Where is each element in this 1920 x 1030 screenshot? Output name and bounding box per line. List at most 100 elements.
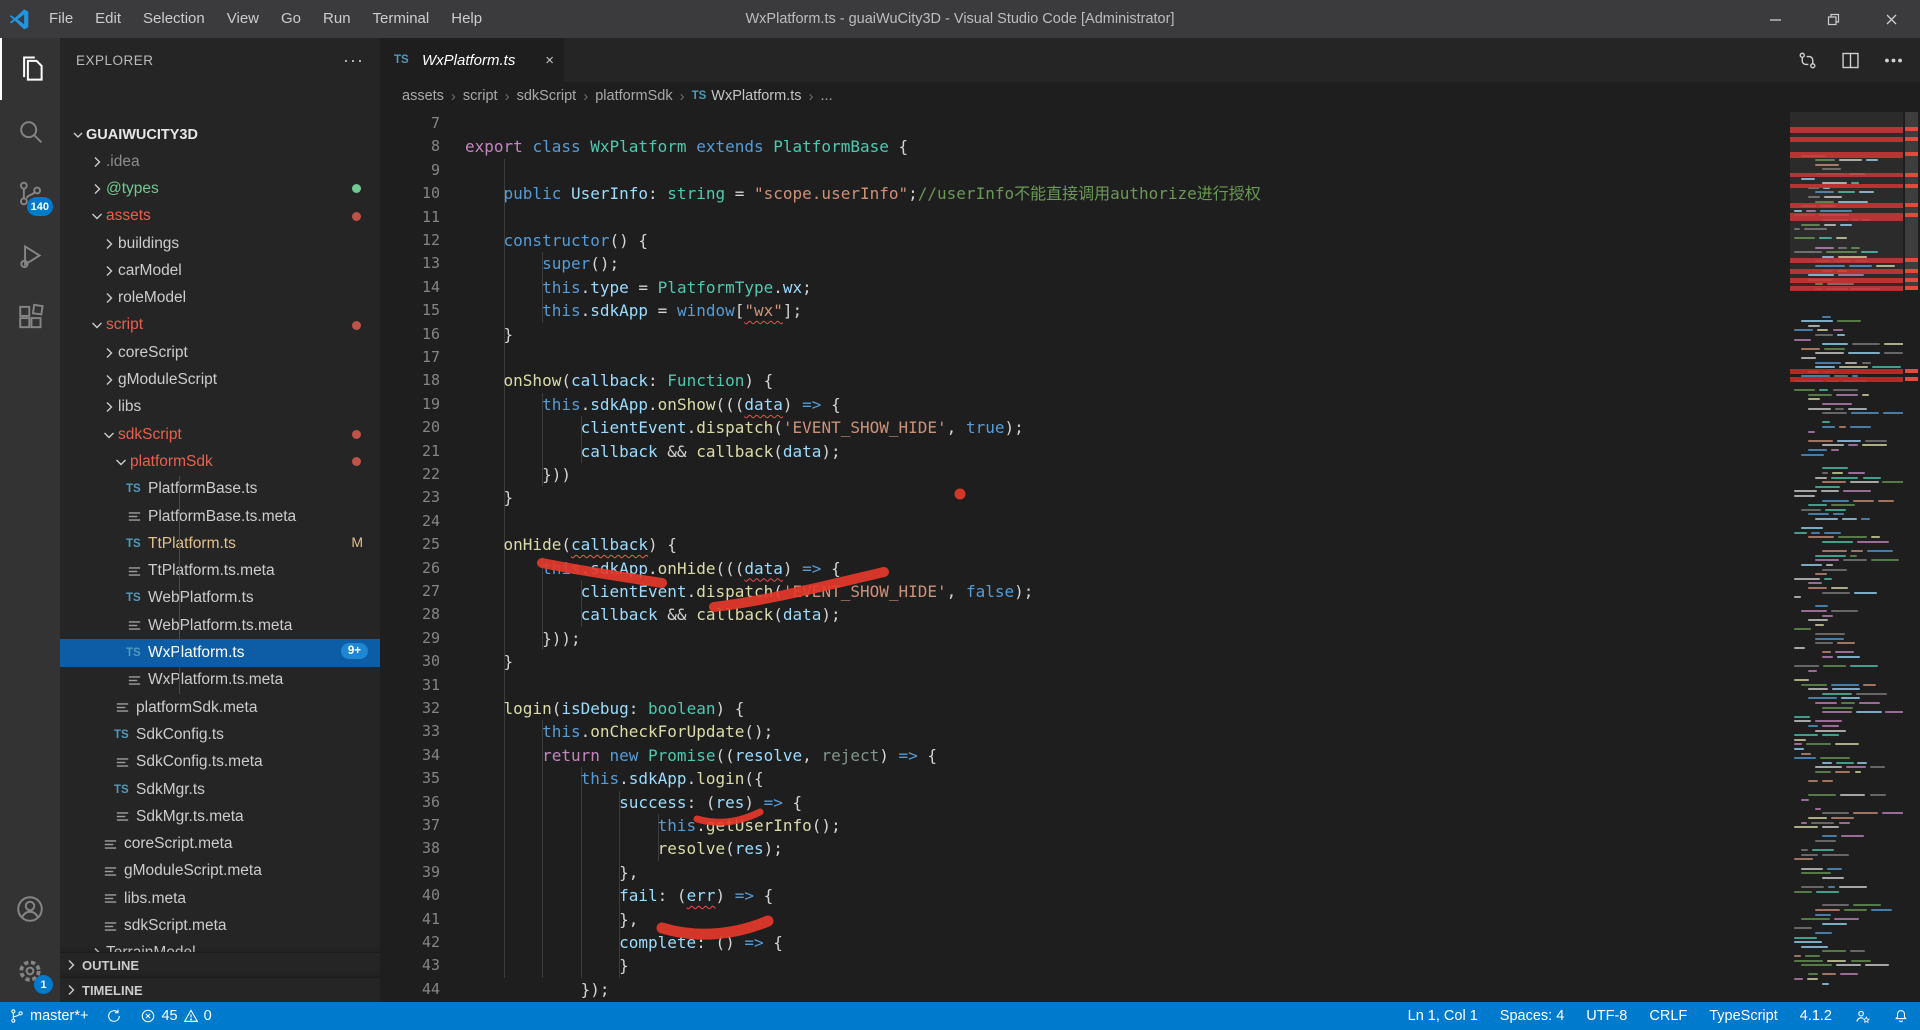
code-line-11[interactable]: 11: [380, 206, 1790, 229]
tree-item-.idea[interactable]: .idea: [60, 148, 380, 175]
tree-item-SdkConfig.ts.meta[interactable]: SdkConfig.ts.meta: [60, 749, 380, 776]
code-line-26[interactable]: 26 this.sdkApp.onHide(((data) => {: [380, 557, 1790, 580]
tree-item-gModuleScript[interactable]: gModuleScript: [60, 366, 380, 393]
status-item-spaces-4[interactable]: Spaces: 4: [1489, 1002, 1576, 1030]
breadcrumb-item[interactable]: assets: [402, 88, 444, 104]
code-line-20[interactable]: 20 clientEvent.dispatch('EVENT_SHOW_HIDE…: [380, 416, 1790, 439]
tree-item-libs.meta[interactable]: libs.meta: [60, 885, 380, 912]
menu-file[interactable]: File: [38, 0, 84, 38]
open-changes-icon[interactable]: [1797, 50, 1818, 71]
tree-item-buildings[interactable]: buildings: [60, 230, 380, 257]
code-line-8[interactable]: 8 export class WxPlatform extends Platfo…: [380, 135, 1790, 158]
code-line-22[interactable]: 22 })): [380, 463, 1790, 486]
code-line-27[interactable]: 27 clientEvent.dispatch('EVENT_SHOW_HIDE…: [380, 580, 1790, 603]
status-sync-icon[interactable]: [97, 1002, 131, 1030]
code-line-30[interactable]: 30 }: [380, 650, 1790, 673]
tree-item-WebPlatform.ts.meta[interactable]: WebPlatform.ts.meta: [60, 612, 380, 639]
activity-explorer[interactable]: [0, 38, 60, 100]
menu-edit[interactable]: Edit: [84, 0, 132, 38]
tree-item-PlatformBase.ts[interactable]: TS PlatformBase.ts: [60, 476, 380, 503]
status-error-icon[interactable]: 45 0: [131, 1002, 220, 1030]
menu-help[interactable]: Help: [440, 0, 493, 38]
code-line-41[interactable]: 41 },: [380, 908, 1790, 931]
code-line-19[interactable]: 19 this.sdkApp.onShow(((data) => {: [380, 393, 1790, 416]
code-line-9[interactable]: 9: [380, 159, 1790, 182]
code-line-34[interactable]: 34 return new Promise((resolve, reject) …: [380, 744, 1790, 767]
code-line-35[interactable]: 35 this.sdkApp.login({: [380, 767, 1790, 790]
status-item-crlf[interactable]: CRLF: [1638, 1002, 1698, 1030]
code-line-16[interactable]: 16 }: [380, 323, 1790, 346]
menu-view[interactable]: View: [216, 0, 270, 38]
tree-item-@types[interactable]: @types: [60, 175, 380, 202]
code-line-40[interactable]: 40 fail: (err) => {: [380, 884, 1790, 907]
code-line-37[interactable]: 37 this.getUserInfo();: [380, 814, 1790, 837]
code-line-7[interactable]: 7: [380, 112, 1790, 135]
menu-run[interactable]: Run: [312, 0, 362, 38]
status-item-utf-8[interactable]: UTF-8: [1575, 1002, 1638, 1030]
code-line-24[interactable]: 24: [380, 510, 1790, 533]
code-line-13[interactable]: 13 super();: [380, 252, 1790, 275]
tab-wxplatform[interactable]: TS WxPlatform.ts ×: [380, 38, 564, 82]
code-line-25[interactable]: 25 onHide(callback) {: [380, 533, 1790, 556]
code-line-43[interactable]: 43 }: [380, 954, 1790, 977]
status-item-ln-1-col-1[interactable]: Ln 1, Col 1: [1397, 1002, 1489, 1030]
minimap-slider[interactable]: [1790, 112, 1903, 290]
menu-selection[interactable]: Selection: [132, 0, 216, 38]
activity-source-control[interactable]: 140: [0, 162, 60, 224]
restore-button[interactable]: [1804, 0, 1862, 38]
tree-item-roleModel[interactable]: roleModel: [60, 285, 380, 312]
tree-item-sdkScript[interactable]: sdkScript: [60, 421, 380, 448]
minimap[interactable]: [1790, 110, 1903, 1002]
code-line-44[interactable]: 44 });: [380, 978, 1790, 1001]
tree-item-carModel[interactable]: carModel: [60, 257, 380, 284]
code-line-17[interactable]: 17: [380, 346, 1790, 369]
status-item-typescript[interactable]: TypeScript: [1698, 1002, 1789, 1030]
breadcrumb-item[interactable]: ...: [821, 88, 833, 104]
code-line-38[interactable]: 38 resolve(res);: [380, 837, 1790, 860]
menu-terminal[interactable]: Terminal: [362, 0, 441, 38]
code-line-29[interactable]: 29 }));: [380, 627, 1790, 650]
explorer-more-actions-icon[interactable]: ···: [343, 50, 364, 71]
code-editor[interactable]: 7 8 export class WxPlatform extends Plat…: [380, 110, 1920, 1002]
code-line-33[interactable]: 33 this.onCheckForUpdate();: [380, 720, 1790, 743]
code-line-42[interactable]: 42 complete: () => {: [380, 931, 1790, 954]
tree-item-WxPlatform.ts[interactable]: TS WxPlatform.ts 9+: [60, 639, 380, 667]
menu-go[interactable]: Go: [270, 0, 312, 38]
breadcrumb-item[interactable]: WxPlatform.ts: [711, 88, 801, 104]
tree-item-WebPlatform.ts[interactable]: TS WebPlatform.ts: [60, 585, 380, 612]
status-feedback-icon[interactable]: [1843, 1002, 1882, 1030]
tree-item-platformSdk[interactable]: platformSdk: [60, 448, 380, 475]
tree-item-SdkConfig.ts[interactable]: TS SdkConfig.ts: [60, 721, 380, 748]
split-editor-icon[interactable]: [1840, 50, 1861, 71]
code-line-10[interactable]: 10 public UserInfo: string = "scope.user…: [380, 182, 1790, 205]
code-line-36[interactable]: 36 success: (res) => {: [380, 791, 1790, 814]
tree-item-libs[interactable]: libs: [60, 394, 380, 421]
minimize-button[interactable]: [1746, 0, 1804, 38]
breadcrumb-item[interactable]: platformSdk: [595, 88, 672, 104]
more-actions-icon[interactable]: [1883, 50, 1904, 71]
section-outline[interactable]: OUTLINE: [60, 952, 380, 977]
close-button[interactable]: [1862, 0, 1920, 38]
code-line-32[interactable]: 32 login(isDebug: boolean) {: [380, 697, 1790, 720]
tab-close-icon[interactable]: ×: [545, 52, 554, 69]
code-line-28[interactable]: 28 callback && callback(data);: [380, 603, 1790, 626]
activity-extensions[interactable]: [0, 286, 60, 348]
tree-item-platformSdk.meta[interactable]: platformSdk.meta: [60, 694, 380, 721]
code-line-14[interactable]: 14 this.type = PlatformType.wx;: [380, 276, 1790, 299]
tree-item-WxPlatform.ts.meta[interactable]: WxPlatform.ts.meta: [60, 667, 380, 694]
tree-root-folder[interactable]: GUAIWUCITY3D: [60, 121, 380, 148]
code-line-18[interactable]: 18 onShow(callback: Function) {: [380, 369, 1790, 392]
code-line-31[interactable]: 31: [380, 674, 1790, 697]
code-line-12[interactable]: 12 constructor() {: [380, 229, 1790, 252]
status-item-4-1-2[interactable]: 4.1.2: [1789, 1002, 1843, 1030]
tree-item-SdkMgr.ts[interactable]: TS SdkMgr.ts: [60, 776, 380, 803]
tree-item-coreScript.meta[interactable]: coreScript.meta: [60, 831, 380, 858]
status-git-branch-icon[interactable]: master*+: [0, 1002, 97, 1030]
breadcrumb-item[interactable]: sdkScript: [517, 88, 577, 104]
tree-item-sdkScript.meta[interactable]: sdkScript.meta: [60, 912, 380, 939]
scrollbar[interactable]: [1903, 110, 1920, 1002]
tree-item-coreScript[interactable]: coreScript: [60, 339, 380, 366]
tree-item-gModuleScript.meta[interactable]: gModuleScript.meta: [60, 858, 380, 885]
tree-item-TtPlatform.ts[interactable]: TS TtPlatform.ts M: [60, 530, 380, 557]
code-line-23[interactable]: 23 }: [380, 486, 1790, 509]
